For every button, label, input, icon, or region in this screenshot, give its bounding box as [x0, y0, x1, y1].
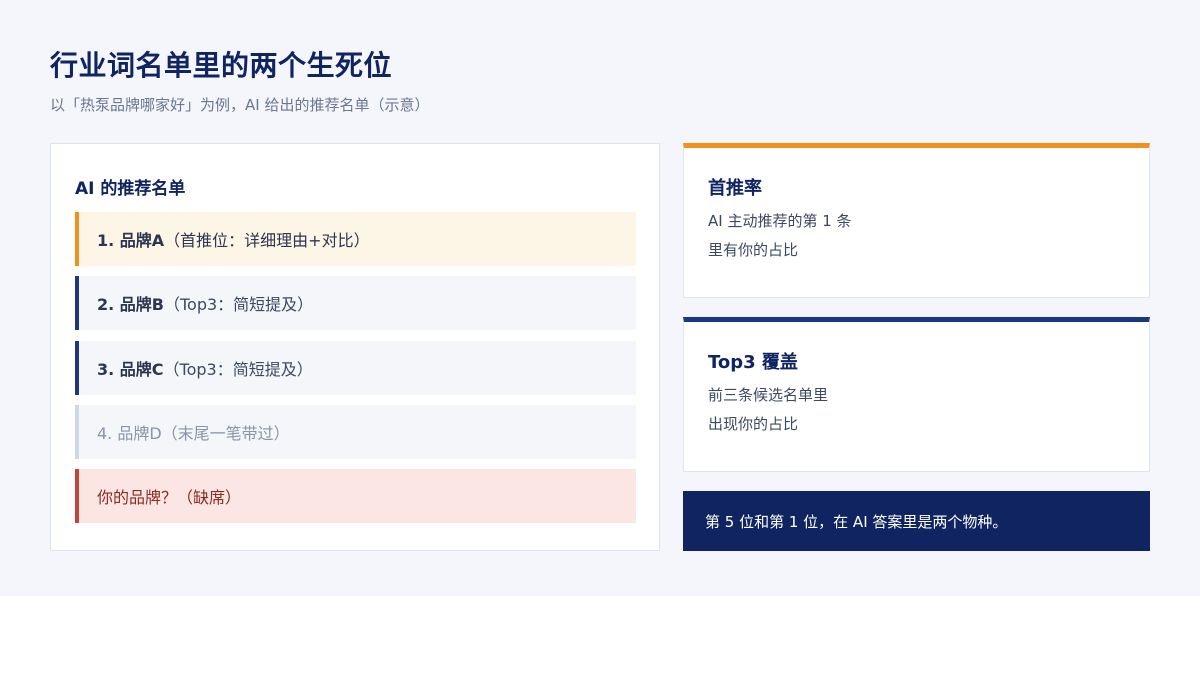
first-recommend-rate-card: 首推率 AI 主动推荐的第 1 条 里有你的占比	[683, 143, 1150, 298]
banner-text: 第 5 位和第 1 位，在 AI 答案里是两个物种。	[705, 512, 1008, 531]
list-item-detail: （Top3：简短提及）	[163, 360, 313, 379]
list-item-detail: （Top3：简短提及）	[163, 295, 314, 314]
list-card-title: AI 的推荐名单	[75, 179, 186, 199]
list-item-name: 3. 品牌C	[97, 360, 164, 379]
card-description-line-2: 出现你的占比	[708, 415, 799, 433]
list-item-brand-c: 3. 品牌C （Top3：简短提及）	[75, 341, 636, 395]
list-item-brand-d: 4. 品牌D（末尾一笔带过）	[75, 405, 636, 459]
page-title: 行业词名单里的两个生死位	[50, 49, 393, 82]
list-item-brand-b: 2. 品牌B （Top3：简短提及）	[75, 276, 636, 330]
card-title: Top3 覆盖	[708, 352, 798, 373]
list-item-detail: 你的品牌？（缺席）	[97, 488, 242, 507]
list-item-your-brand-missing: 你的品牌？（缺席）	[75, 469, 636, 523]
list-item-brand-a: 1. 品牌A （首推位：详细理由+对比）	[75, 212, 636, 266]
card-description-line-1: 前三条候选名单里	[708, 386, 829, 404]
slide: 行业词名单里的两个生死位 以「热泵品牌哪家好」为例，AI 给出的推荐名单（示意）…	[0, 0, 1200, 596]
page-subtitle: 以「热泵品牌哪家好」为例，AI 给出的推荐名单（示意）	[50, 96, 430, 114]
list-item-detail: （首推位：详细理由+对比）	[164, 231, 370, 250]
card-description-line-1: AI 主动推荐的第 1 条	[708, 212, 852, 230]
list-item-name: 2. 品牌B	[97, 295, 164, 314]
conclusion-banner: 第 5 位和第 1 位，在 AI 答案里是两个物种。	[683, 491, 1150, 551]
card-title: 首推率	[708, 178, 762, 199]
list-item-name: 1. 品牌A	[97, 231, 165, 250]
list-item-detail: 4. 品牌D（末尾一笔带过）	[97, 424, 290, 443]
card-description-line-2: 里有你的占比	[708, 241, 799, 259]
recommendation-list-card: AI 的推荐名单 1. 品牌A （首推位：详细理由+对比） 2. 品牌B （Top3…	[50, 143, 660, 551]
top3-coverage-card: Top3 覆盖 前三条候选名单里 出现你的占比	[683, 317, 1150, 472]
